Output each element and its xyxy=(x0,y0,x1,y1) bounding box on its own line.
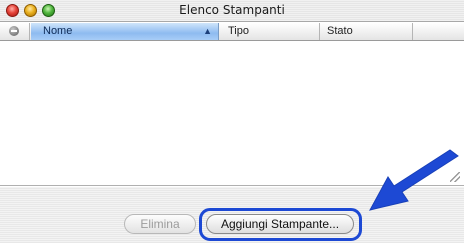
title-bar[interactable]: Elenco Stampanti xyxy=(0,0,464,22)
window-title: Elenco Stampanti xyxy=(179,3,285,17)
delete-button[interactable]: Elimina xyxy=(124,214,196,234)
column-header-tipo[interactable]: Tipo xyxy=(220,23,320,40)
status-column-icon xyxy=(9,26,19,36)
printer-list-window: Elenco Stampanti Nome ▲ Tipo Stato Elimi… xyxy=(0,0,464,243)
pointer-arrow-icon xyxy=(369,149,459,211)
table-header: Nome ▲ Tipo Stato xyxy=(0,23,464,41)
column-header-nome[interactable]: Nome ▲ xyxy=(31,23,219,40)
column-header-stato[interactable]: Stato xyxy=(321,23,413,40)
column-header-label: Tipo xyxy=(228,25,249,37)
sort-ascending-icon: ▲ xyxy=(203,26,212,36)
column-header-label: Stato xyxy=(327,25,353,37)
add-printer-button[interactable]: Aggiungi Stampante... xyxy=(206,214,354,234)
column-header-label: Nome xyxy=(43,25,73,37)
column-header-status-icon[interactable] xyxy=(0,23,30,40)
